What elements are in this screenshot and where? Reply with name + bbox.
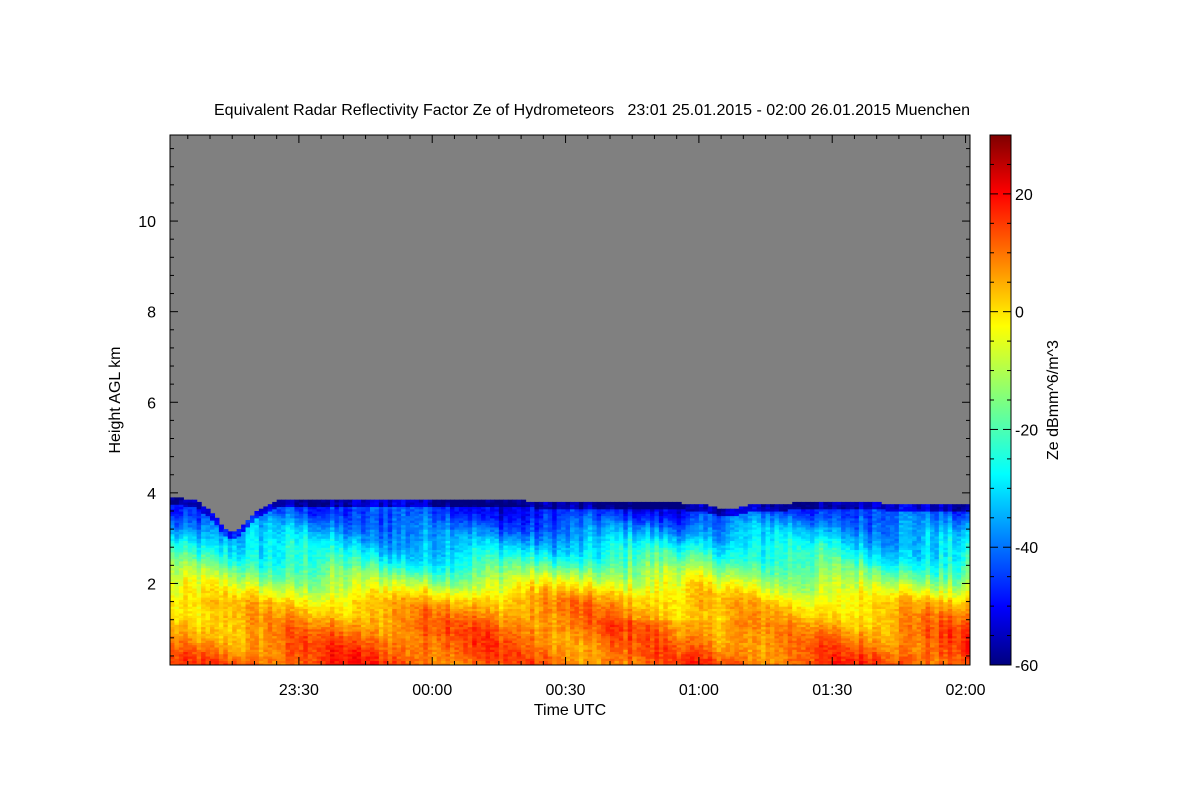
reflectivity-cell: [241, 524, 247, 528]
reflectivity-cell: [405, 499, 411, 503]
reflectivity-cell: [365, 499, 371, 503]
reflectivity-cell: [321, 499, 327, 503]
reflectivity-cell: [436, 499, 442, 503]
reflectivity-cell: [281, 499, 287, 503]
reflectivity-cell: [356, 499, 362, 503]
reflectivity-cell: [454, 499, 460, 503]
reflectivity-cell: [458, 499, 464, 503]
reflectivity-cell: [463, 499, 469, 503]
reflectivity-cell: [245, 520, 251, 523]
reflectivity-cell: [290, 499, 296, 503]
reflectivity-cell: [205, 508, 211, 512]
reflectivity-cell: [285, 499, 291, 503]
reflectivity-cell: [258, 508, 264, 512]
reflectivity-cell: [178, 497, 184, 501]
reflectivity-cell: [312, 499, 318, 503]
reflectivity-cell: [325, 499, 331, 503]
reflectivity-cell: [183, 499, 189, 503]
reflectivity-cell: [210, 513, 216, 517]
reflectivity-cell: [303, 499, 309, 503]
reflectivity-cell: [387, 499, 393, 503]
reflectivity-cell: [338, 499, 344, 503]
reflectivity-cell: [427, 499, 433, 503]
reflectivity-cell: [232, 531, 238, 535]
reflectivity-cell: [250, 515, 256, 519]
reflectivity-cell: [294, 499, 300, 503]
reflectivity-cell: [414, 499, 420, 503]
reflectivity-cell: [383, 499, 389, 503]
reflectivity-cell: [347, 499, 353, 503]
reflectivity-cell: [267, 504, 273, 508]
reflectivity-cell: [227, 531, 233, 535]
reflectivity-cell: [272, 501, 278, 505]
reflectivity-cell: [254, 510, 260, 514]
reflectivity-cell: [214, 517, 220, 521]
reflectivity-field: [170, 497, 970, 665]
reflectivity-cell: [361, 499, 367, 503]
reflectivity-cell: [410, 499, 416, 503]
reflectivity-cell: [418, 499, 424, 503]
reflectivity-cell: [223, 529, 229, 532]
reflectivity-cell: [401, 499, 407, 503]
reflectivity-cell: [374, 499, 380, 503]
reflectivity-cell: [472, 499, 478, 503]
reflectivity-cell: [370, 499, 376, 503]
reflectivity-cell: [187, 499, 193, 503]
reflectivity-cell: [263, 506, 269, 510]
reflectivity-cell: [307, 499, 313, 503]
reflectivity-cell: [276, 499, 282, 503]
reflectivity-cell: [170, 497, 176, 501]
reflectivity-cell: [298, 499, 304, 503]
reflectivity-cell: [378, 499, 384, 503]
reflectivity-cell: [476, 499, 482, 503]
reflectivity-cell: [196, 501, 202, 505]
reflectivity-cell: [174, 497, 180, 501]
reflectivity-cell: [450, 499, 456, 503]
reflectivity-cell: [467, 499, 473, 503]
reflectivity-cell: [316, 499, 322, 503]
plot-area: [169, 134, 971, 666]
chart-title: Equivalent Radar Reflectivity Factor Ze …: [214, 102, 970, 119]
reflectivity-cell: [343, 499, 349, 503]
reflectivity-cell: [236, 529, 242, 532]
reflectivity-cell: [192, 499, 198, 503]
reflectivity-cell: [392, 499, 398, 503]
reflectivity-cell: [432, 499, 438, 503]
reflectivity-cell: [218, 524, 224, 528]
reflectivity-cell: [445, 499, 451, 503]
radar-reflectivity-chart: Equivalent Radar Reflectivity Factor Ze …: [107, 102, 1062, 719]
reflectivity-cell: [330, 499, 336, 503]
reflectivity-cell: [423, 499, 429, 503]
reflectivity-cell: [334, 499, 340, 503]
reflectivity-cell: [441, 499, 447, 503]
reflectivity-cell: [201, 506, 207, 510]
reflectivity-cell: [352, 499, 358, 503]
reflectivity-cell: [396, 499, 402, 503]
